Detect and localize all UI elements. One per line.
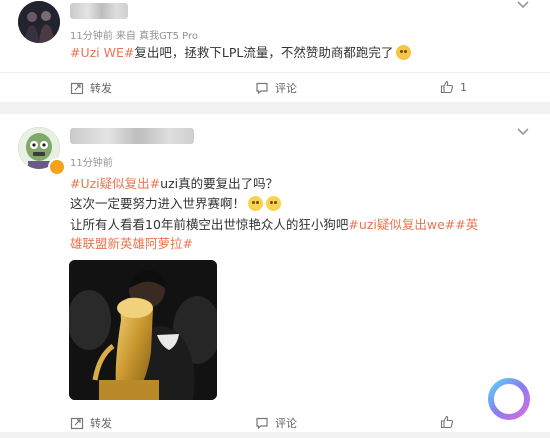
username-blurred[interactable] <box>70 128 194 144</box>
post-time: 11分钟前 <box>70 158 113 169</box>
action-bar: 转发 评论 <box>0 408 550 438</box>
hashtag-link[interactable]: #Uzi疑似复出# <box>70 176 160 191</box>
repost-button[interactable]: 转发 <box>70 415 112 431</box>
post-content-line: 这次一定要努力进入世界赛啊！ <box>70 194 530 213</box>
repost-icon <box>70 82 84 95</box>
like-button[interactable]: 1 <box>440 80 467 94</box>
post-content-line: 让所有人看看10年前横空出世惊艳众人的狂小狗吧#uzi疑似复出we##英雄联盟新… <box>70 215 490 253</box>
laughing-emoji-icon <box>396 45 412 60</box>
crying-emoji-icon <box>266 196 282 211</box>
post-time-source: 11分钟前 来自 真我GT5 Pro <box>70 31 198 42</box>
crying-emoji-icon <box>248 196 264 211</box>
thumbs-up-icon <box>440 80 454 94</box>
post-text: 这次一定要努力进入世界赛啊！ <box>70 196 246 211</box>
repost-label: 转发 <box>90 417 112 430</box>
post-text: 让所有人看看10年前横空出世惊艳众人的狂小狗吧 <box>70 217 349 232</box>
comment-button[interactable]: 评论 <box>255 415 297 431</box>
comment-icon <box>256 82 268 95</box>
hashtag-link[interactable]: #Uzi WE# <box>70 45 134 60</box>
action-bar: 转发 评论 1 <box>0 72 550 103</box>
username-blurred[interactable] <box>70 3 128 19</box>
comment-button[interactable]: 评论 <box>255 80 297 96</box>
comment-label: 评论 <box>275 82 297 95</box>
comment-label: 评论 <box>275 417 297 430</box>
post-card: 11分钟前 来自 真我GT5 Pro #Uzi WE#复出吧，拯救下LPL流量，… <box>0 0 550 102</box>
post-content-line: #Uzi疑似复出#uzi真的要复出了吗？ <box>70 174 530 193</box>
post-text: 复出吧，拯救下LPL流量，不然赞助商都跑完了 <box>134 45 394 60</box>
post-image[interactable] <box>69 260 217 400</box>
chevron-down-icon[interactable] <box>516 123 530 137</box>
repost-label: 转发 <box>90 82 112 95</box>
post-card: 11分钟前 #Uzi疑似复出#uzi真的要复出了吗？ 这次一定要努力进入世界赛啊… <box>0 114 550 432</box>
comment-icon <box>256 417 268 430</box>
chevron-down-icon[interactable] <box>516 0 530 10</box>
like-button[interactable] <box>440 415 454 429</box>
post-content: #Uzi WE#复出吧，拯救下LPL流量，不然赞助商都跑完了 <box>70 43 530 62</box>
hashtag-link[interactable]: #uzi疑似复出we# <box>348 217 455 232</box>
repost-button[interactable]: 转发 <box>70 80 112 96</box>
watermark-logo-icon <box>483 373 535 425</box>
thumbs-up-icon <box>440 415 454 429</box>
avatar[interactable] <box>18 1 60 43</box>
repost-icon <box>70 417 84 430</box>
verified-badge-icon <box>48 158 66 176</box>
post-text: uzi真的要复出了吗？ <box>160 176 279 191</box>
like-count: 1 <box>460 80 467 94</box>
